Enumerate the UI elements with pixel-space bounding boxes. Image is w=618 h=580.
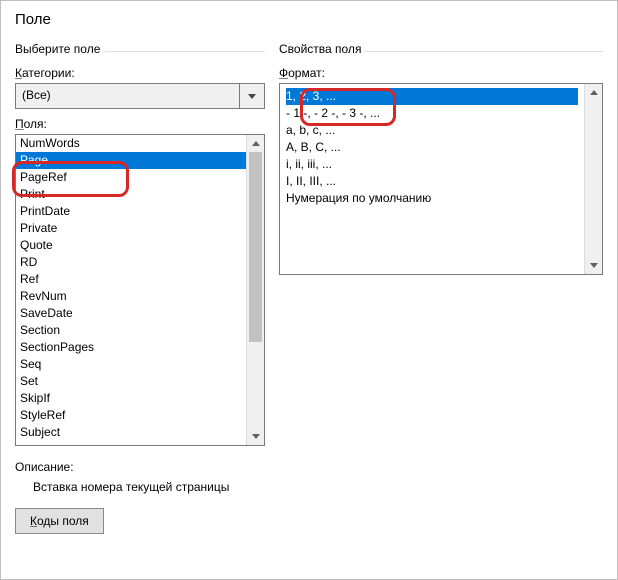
categories-label-rest: атегории: bbox=[22, 66, 75, 80]
scroll-thumb[interactable] bbox=[249, 152, 262, 342]
list-item[interactable]: SkipIf bbox=[16, 390, 246, 407]
list-item[interactable]: Section bbox=[16, 322, 246, 339]
field-codes-button[interactable]: Коды поля bbox=[15, 508, 104, 534]
list-item[interactable]: Subject bbox=[16, 424, 246, 441]
format-listbox-items: 1, 2, 3, ...- 1 -, - 2 -, - 3 -, ...a, b… bbox=[280, 84, 584, 274]
triangle-up-icon bbox=[252, 141, 260, 146]
list-item[interactable]: I, II, III, ... bbox=[286, 173, 578, 190]
categories-label: Категории: bbox=[15, 66, 265, 80]
scroll-down-button[interactable] bbox=[247, 428, 264, 445]
chevron-down-icon bbox=[248, 94, 256, 99]
format-label-hotkey: Ф bbox=[279, 66, 288, 80]
fields-listbox-items: NumWordsPagePageRefPrintPrintDatePrivate… bbox=[16, 135, 246, 445]
fields-label-hotkey: П bbox=[15, 117, 24, 131]
list-item[interactable]: StyleRef bbox=[16, 407, 246, 424]
description-section: Описание: Вставка номера текущей страниц… bbox=[1, 460, 617, 494]
categories-combo[interactable]: (Все) bbox=[15, 83, 265, 109]
fields-label: Поля: bbox=[15, 117, 265, 131]
format-label: Формат: bbox=[279, 66, 603, 80]
scroll-up-button[interactable] bbox=[247, 135, 264, 152]
field-dialog: Поле Выберите поле Категории: (Все) Поля… bbox=[0, 0, 618, 580]
format-scrollbar[interactable] bbox=[584, 84, 602, 274]
triangle-down-icon bbox=[590, 263, 598, 268]
description-label: Описание: bbox=[15, 460, 603, 474]
list-item[interactable]: Page bbox=[16, 152, 246, 169]
list-item[interactable]: Seq bbox=[16, 356, 246, 373]
left-column: Выберите поле Категории: (Все) Поля: Num… bbox=[15, 42, 265, 446]
scroll-down-button[interactable] bbox=[585, 257, 602, 274]
list-item[interactable]: Ref bbox=[16, 271, 246, 288]
format-label-rest: ормат: bbox=[288, 66, 325, 80]
list-item[interactable]: Нумерация по умолчанию bbox=[286, 190, 578, 207]
scroll-up-button[interactable] bbox=[585, 84, 602, 101]
field-codes-button-rest: оды поля bbox=[37, 514, 89, 528]
list-item[interactable]: NumWords bbox=[16, 135, 246, 152]
right-column: Свойства поля Формат: 1, 2, 3, ...- 1 -,… bbox=[279, 42, 603, 446]
list-item[interactable]: 1, 2, 3, ... bbox=[286, 88, 578, 105]
format-listbox[interactable]: 1, 2, 3, ...- 1 -, - 2 -, - 3 -, ...a, b… bbox=[279, 83, 603, 275]
list-item[interactable]: SaveDate bbox=[16, 305, 246, 322]
triangle-down-icon bbox=[252, 434, 260, 439]
list-item[interactable]: RevNum bbox=[16, 288, 246, 305]
categories-combo-value: (Все) bbox=[16, 84, 239, 108]
categories-combo-button[interactable] bbox=[239, 84, 264, 108]
list-item[interactable]: - 1 -, - 2 -, - 3 -, ... bbox=[286, 105, 578, 122]
dialog-body: Выберите поле Категории: (Все) Поля: Num… bbox=[1, 42, 617, 446]
list-item[interactable]: PrintDate bbox=[16, 203, 246, 220]
list-item[interactable]: PageRef bbox=[16, 169, 246, 186]
fields-listbox[interactable]: NumWordsPagePageRefPrintPrintDatePrivate… bbox=[15, 134, 265, 446]
description-text: Вставка номера текущей страницы bbox=[15, 474, 603, 494]
field-codes-button-hotkey: К bbox=[30, 514, 37, 528]
list-item[interactable]: A, B, C, ... bbox=[286, 139, 578, 156]
triangle-up-icon bbox=[590, 90, 598, 95]
field-properties-group-label: Свойства поля bbox=[279, 42, 603, 58]
list-item[interactable]: RD bbox=[16, 254, 246, 271]
fields-label-rest: оля: bbox=[24, 117, 47, 131]
list-item[interactable]: a, b, c, ... bbox=[286, 122, 578, 139]
list-item[interactable]: i, ii, iii, ... bbox=[286, 156, 578, 173]
button-row: Коды поля bbox=[1, 494, 617, 548]
list-item[interactable]: Print bbox=[16, 186, 246, 203]
list-item[interactable]: Private bbox=[16, 220, 246, 237]
dialog-title: Поле bbox=[1, 1, 617, 42]
list-item[interactable]: Set bbox=[16, 373, 246, 390]
list-item[interactable]: Quote bbox=[16, 237, 246, 254]
select-field-group-label: Выберите поле bbox=[15, 42, 265, 58]
fields-scrollbar[interactable] bbox=[246, 135, 264, 445]
categories-label-hotkey: К bbox=[15, 66, 22, 80]
list-item[interactable]: SectionPages bbox=[16, 339, 246, 356]
